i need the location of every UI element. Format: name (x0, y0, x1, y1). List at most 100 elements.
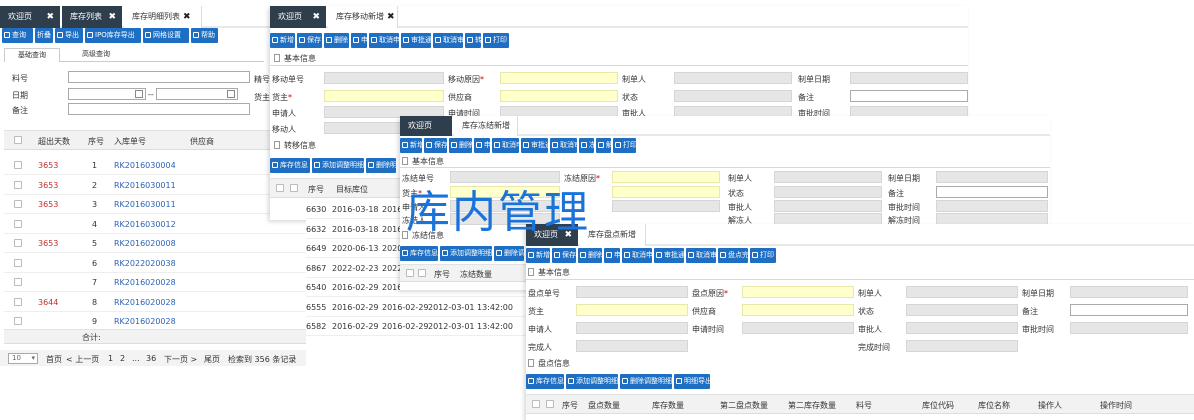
table-row[interactable]: 7 RK2016020028 (4, 273, 306, 292)
row-checkbox[interactable] (14, 161, 22, 169)
date-from-input[interactable] (68, 88, 146, 100)
prev-page-link[interactable]: < 上一页 (66, 354, 99, 365)
table-row[interactable]: 3653 3 RK2016030011 (4, 195, 306, 214)
help-button[interactable]: 帮助 (191, 28, 218, 43)
toolbar-btn-1-button[interactable]: 添加调整明细 (312, 158, 364, 173)
toolbar-btn-8-button[interactable]: 打印 (750, 248, 776, 263)
toolbar-btn-3-button[interactable]: 申请 (604, 248, 620, 263)
reason-field[interactable] (742, 286, 854, 298)
page-1-link[interactable]: 1 (108, 354, 113, 363)
toolbar-btn-5-button[interactable]: 审批通过 (401, 33, 431, 48)
inbound-no-link[interactable]: RK2016030011 (114, 200, 176, 209)
calendar-icon[interactable] (227, 90, 235, 98)
inbound-no-link[interactable]: RK2016020028 (114, 278, 176, 287)
tab-inventory-list[interactable]: 库存列表 ✖ (62, 6, 122, 28)
note-input[interactable] (68, 103, 250, 115)
close-icon[interactable]: ✖ (183, 12, 191, 22)
toolbar-btn-3-button[interactable]: 明细导出 (674, 374, 710, 389)
table-row[interactable]: 6555 2016-02-29 2016-02-29 2012-03-01 13:42… (306, 297, 528, 317)
row-checkbox[interactable] (14, 278, 22, 286)
grid-settings-button[interactable]: 网格设置 (143, 28, 189, 43)
toolbar-btn-0-button[interactable]: 新增 (270, 33, 295, 48)
toolbar-btn-6-button[interactable]: 取消审批 (433, 33, 463, 48)
approver-field[interactable] (774, 200, 882, 212)
inbound-no-link[interactable]: RK2016030004 (114, 161, 176, 170)
table-row[interactable]: 6 RK2022020038 (4, 254, 306, 273)
toolbar-btn-0-button[interactable]: 库存信息 (526, 374, 564, 389)
toolbar-btn-5-button[interactable]: 审批通过 (521, 138, 548, 153)
close-icon[interactable]: ✖ (108, 6, 116, 28)
table-row[interactable]: 3653 5 RK2016020008 (4, 234, 306, 253)
row-checkbox[interactable] (14, 200, 22, 208)
first-page-link[interactable]: 首页 (46, 354, 62, 365)
page-size-select[interactable]: 10 ▾ (8, 353, 38, 364)
reason-field[interactable] (500, 72, 618, 84)
move-no-field[interactable] (324, 72, 444, 84)
supplier-field[interactable] (500, 90, 618, 102)
note-field[interactable] (936, 186, 1048, 198)
last-page-link[interactable]: 尾页 (204, 354, 220, 365)
apply-time-field[interactable] (742, 322, 854, 334)
toolbar-btn-1-button[interactable]: 保存 (424, 138, 447, 153)
row-checkbox[interactable] (14, 297, 22, 306)
row-checkbox[interactable] (290, 184, 298, 192)
applicant-field[interactable] (576, 322, 688, 334)
toolbar-btn-3-button[interactable]: 申请 (351, 33, 367, 48)
toolbar-btn-2-button[interactable]: 删除 (324, 33, 349, 48)
toolbar-btn-1-button[interactable]: 添加调整明细 (440, 246, 492, 261)
tab-inventory-move[interactable]: 库存移动新增 ✖ (328, 6, 398, 28)
tab-welcome[interactable]: 欢迎页 ✖ (270, 6, 326, 28)
table-row[interactable]: 4 RK2016030012 (4, 215, 306, 234)
next-page-link[interactable]: 下一页 > (164, 354, 197, 365)
row-checkbox[interactable] (14, 219, 22, 228)
row-checkbox[interactable] (14, 180, 22, 189)
page-2-link[interactable]: 2 (120, 354, 125, 363)
status-field[interactable] (906, 304, 1018, 316)
table-row[interactable]: 6582 2016-02-29 2016-02-29 2012-03-01 13:42… (306, 317, 528, 336)
tab-welcome[interactable]: 欢迎页 (400, 116, 452, 136)
create-date-field[interactable] (850, 72, 968, 84)
toolbar-btn-1-button[interactable]: 保存 (297, 33, 322, 48)
row-checkbox[interactable] (14, 258, 22, 267)
toolbar-btn-1-button[interactable]: 添加调整明细 (566, 374, 618, 389)
approver-field[interactable] (906, 322, 1018, 334)
date-to-input[interactable] (156, 88, 238, 100)
toolbar-btn-0-button[interactable]: 新增 (400, 138, 422, 153)
status-field[interactable] (674, 90, 792, 102)
supplier-field[interactable] (742, 304, 854, 316)
export-button[interactable]: 导出 (55, 28, 83, 43)
inbound-no-link[interactable]: RK2016030012 (114, 220, 176, 229)
tab-inventory-detail[interactable]: 库存明细列表 ✖ (124, 6, 202, 28)
status-field[interactable] (774, 186, 882, 198)
toolbar-btn-3-button[interactable]: 申请 (474, 138, 490, 153)
query-button[interactable]: 查询 (2, 28, 33, 43)
item-no-input[interactable] (68, 71, 250, 83)
approve-time-field[interactable] (936, 200, 1048, 212)
toolbar-btn-2-button[interactable]: 删除明 (366, 158, 396, 173)
inbound-no-link[interactable]: RK2016020028 (114, 317, 176, 326)
toolbar-btn-2-button[interactable]: 删除 (578, 248, 602, 263)
toolbar-btn-1-button[interactable]: 保存 (552, 248, 576, 263)
toolbar-btn-5-button[interactable]: 审批通过 (654, 248, 684, 263)
select-all-checkbox[interactable] (532, 400, 540, 408)
toolbar-btn-2-button[interactable]: 删除调 (494, 246, 524, 261)
tab-advanced-query[interactable]: 高级查询 (68, 48, 124, 62)
table-row[interactable]: 3653 1 RK2016030004 (4, 156, 306, 175)
inbound-no-link[interactable]: RK2016030011 (114, 181, 176, 190)
select-all-checkbox[interactable] (406, 269, 414, 277)
toolbar-btn-4-button[interactable]: 取消申请 (492, 138, 519, 153)
reason-field[interactable] (612, 171, 720, 183)
finish-time-field[interactable] (906, 340, 1018, 352)
select-all-checkbox[interactable] (276, 184, 284, 192)
toolbar-btn-6-button[interactable]: 取消审批 (550, 138, 577, 153)
apply-time-field[interactable] (612, 200, 720, 212)
toolbar-btn-0-button[interactable]: 库存信息 (400, 246, 438, 261)
tab-welcome[interactable]: 欢迎页 ✖ (0, 6, 60, 28)
toolbar-btn-0-button[interactable]: 库存信息 (270, 158, 310, 173)
tab-basic-query[interactable]: 基础查询 (4, 48, 60, 62)
toolbar-btn-7-button[interactable]: 冻结 (579, 138, 594, 153)
toolbar-btn-9-button[interactable]: 打印 (613, 138, 636, 153)
table-row[interactable]: 3653 2 RK2016030011 (4, 176, 306, 195)
toolbar-btn-7-button[interactable]: 盘点完成 (718, 248, 748, 263)
count-no-field[interactable] (576, 286, 688, 298)
